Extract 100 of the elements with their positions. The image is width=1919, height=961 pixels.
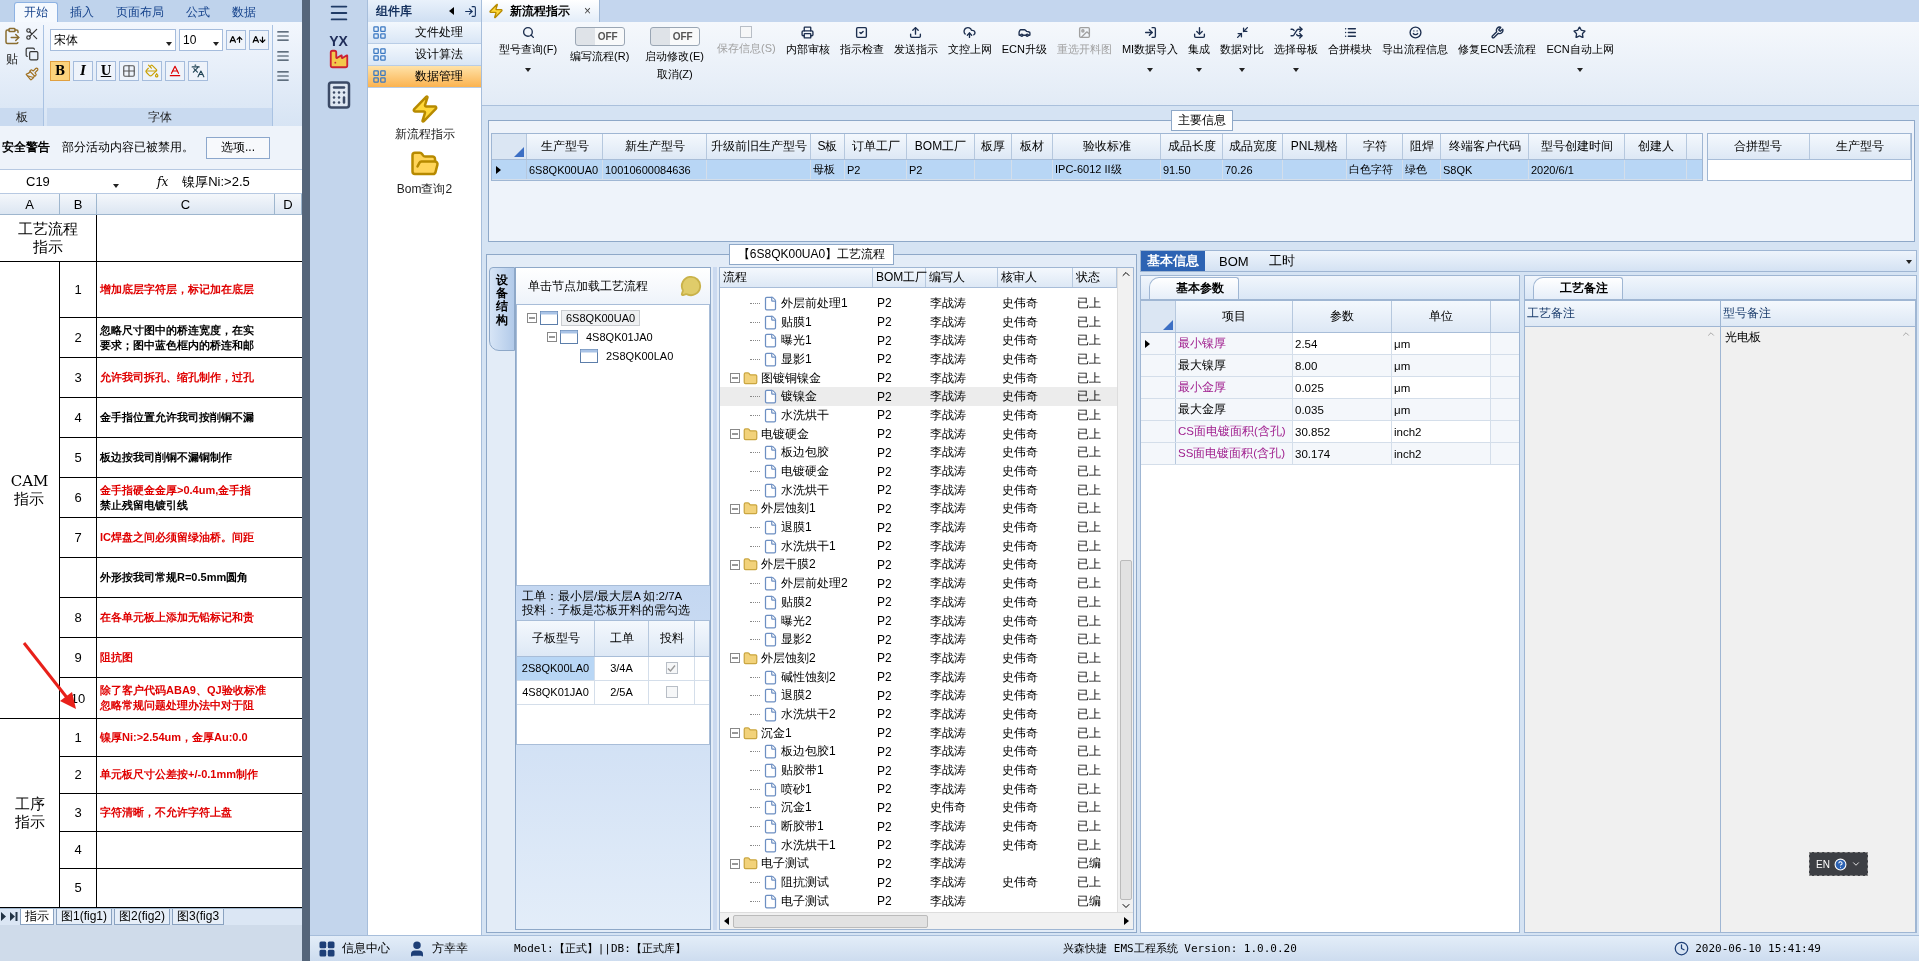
collapse-icon[interactable]: [730, 503, 740, 514]
component-item[interactable]: Bom查询2: [368, 143, 481, 198]
paste-icon[interactable]: [3, 27, 21, 45]
toolbar-button[interactable]: 指示检查: [834, 24, 889, 105]
toolbar-button[interactable]: 内部审核: [780, 24, 835, 105]
side-tab[interactable]: 设备结构: [489, 267, 515, 351]
toolbar-button[interactable]: ECN升级: [996, 24, 1052, 105]
border-button[interactable]: [119, 61, 139, 81]
table-row[interactable]: CS面电镀面积(含孔) 30.852 inch2: [1141, 421, 1519, 443]
dropdown-icon[interactable]: [1906, 260, 1912, 264]
toolbar-button[interactable]: 导出流程信息: [1377, 24, 1454, 105]
toolbar-button[interactable]: 选择母板: [1269, 24, 1324, 105]
chevron-down-icon[interactable]: [1851, 859, 1861, 869]
ribbon-tab[interactable]: 公式: [176, 2, 220, 22]
align-icon[interactable]: [276, 29, 290, 43]
collapse-icon[interactable]: [547, 332, 557, 342]
toolbar-button[interactable]: 数据对比: [1215, 24, 1270, 105]
sub-tab[interactable]: 工艺备注: [1533, 277, 1623, 299]
table-row[interactable]: 最大镍厚 8.00 μm: [1141, 355, 1519, 377]
collapse-icon[interactable]: [527, 313, 537, 323]
options-button[interactable]: 选项...: [206, 136, 270, 159]
sub-tab[interactable]: 基本参数: [1149, 277, 1239, 299]
scroll-right-icon[interactable]: [1124, 917, 1129, 925]
category-item[interactable]: 数据管理: [368, 66, 481, 88]
align-icon[interactable]: [276, 69, 290, 83]
login-icon[interactable]: [464, 4, 477, 18]
writer: 李战涛: [930, 780, 966, 798]
phonetic-button[interactable]: [188, 61, 208, 81]
format-button[interactable]: I: [73, 61, 93, 81]
info-tab[interactable]: 基本信息: [1141, 251, 1205, 271]
sheet-tab[interactable]: 图1(fig1): [56, 908, 112, 925]
table-row[interactable]: 2S8QK00LA0 3/4A: [517, 656, 709, 681]
grid-icon[interactable]: [318, 939, 336, 958]
tree-node[interactable]: 4S8QK01JA0: [581, 329, 658, 345]
paintbrush-icon[interactable]: [25, 67, 39, 81]
align-icon[interactable]: [276, 49, 290, 63]
document-tab[interactable]: 新流程指示 ×: [482, 0, 600, 22]
table-row[interactable]: 最大金厚 0.035 μm: [1141, 399, 1519, 421]
format-button[interactable]: U: [96, 61, 116, 81]
row-number: 1: [74, 282, 82, 297]
folder-icon: [743, 650, 758, 666]
sheet-tab[interactable]: 图2(fig2): [114, 908, 171, 925]
toolbar-button[interactable]: MI数据导入: [1116, 24, 1184, 105]
font-color-button[interactable]: [165, 61, 185, 81]
table-row[interactable]: SS面电镀面积(含孔) 30.174 inch2: [1141, 443, 1519, 465]
help-icon[interactable]: [1834, 857, 1847, 871]
table-row[interactable]: 最小金厚 0.025 μm: [1141, 377, 1519, 399]
toolbar-button[interactable]: 型号查询(F): [494, 24, 563, 105]
sheet-nav-icon[interactable]: [0, 912, 18, 921]
ribbon-tab[interactable]: 插入: [60, 2, 104, 22]
toggle-switch[interactable]: OFF: [574, 27, 625, 46]
ribbon-tab[interactable]: 开始: [14, 2, 58, 22]
table-row[interactable]: 最小镍厚 2.54 μm: [1141, 333, 1519, 355]
grow-font-button[interactable]: [226, 30, 246, 50]
info-tab[interactable]: 工时: [1262, 251, 1301, 271]
ribbon-tab[interactable]: 页面布局: [106, 2, 174, 22]
toggle-switch[interactable]: OFF: [649, 27, 700, 46]
font-size-select[interactable]: 10: [179, 29, 223, 51]
collapse-icon[interactable]: [730, 858, 740, 869]
ribbon-tab[interactable]: 数据: [222, 2, 266, 22]
factory-logo[interactable]: YX: [318, 32, 359, 72]
font-name-select[interactable]: 宋体: [50, 29, 176, 51]
group-label: 字体: [147, 108, 172, 126]
toolbar-button[interactable]: 文控上网: [942, 24, 997, 105]
scissors-icon[interactable]: [25, 27, 39, 41]
column-header: 验收标准: [1053, 134, 1161, 159]
close-icon[interactable]: ×: [576, 4, 591, 18]
format-button[interactable]: B: [50, 61, 70, 81]
sheet-tab[interactable]: 指示: [20, 908, 54, 925]
info-tab[interactable]: BOM: [1213, 251, 1255, 271]
scrollbar-thumb[interactable]: [1119, 560, 1132, 900]
collapse-icon[interactable]: [730, 559, 740, 570]
toolbar-button[interactable]: 合拼模块: [1323, 24, 1378, 105]
toolbar-button[interactable]: 发送指示: [888, 24, 943, 105]
collapse-icon[interactable]: [730, 728, 740, 739]
tree-node[interactable]: 6S8QK00UA0: [561, 310, 641, 326]
tree-node[interactable]: 2S8QK00LA0: [601, 348, 679, 364]
collapse-icon[interactable]: [730, 373, 740, 384]
checkbox[interactable]: [665, 686, 678, 699]
scrollbar-thumb[interactable]: [733, 914, 928, 928]
category-item[interactable]: 设计算法: [368, 44, 481, 66]
checkbox[interactable]: [665, 662, 678, 675]
language-widget[interactable]: EN: [1809, 852, 1868, 876]
process-row[interactable]: 镀镍金 P2 李战涛 史伟奇 已上: [720, 387, 1117, 407]
file-icon: [763, 688, 778, 704]
collapse-icon[interactable]: [730, 429, 740, 440]
toolbar-button[interactable]: 修复ECN丢流程: [1453, 24, 1542, 105]
collapse-left-icon[interactable]: [449, 7, 454, 15]
copy-icon[interactable]: [25, 47, 39, 61]
toolbar-button[interactable]: ECN自动上网: [1541, 24, 1619, 105]
formula-field[interactable]: 镍厚Ni:>2.5: [182, 172, 250, 191]
toolbar-button[interactable]: 集成: [1183, 24, 1216, 105]
collapse-icon[interactable]: [730, 653, 740, 664]
process-name: 电子测试: [781, 892, 829, 910]
shrink-font-button[interactable]: [249, 30, 269, 50]
category-item[interactable]: 文件处理: [368, 22, 481, 44]
sheet-tab[interactable]: 图3(fig3: [172, 908, 225, 925]
table-row[interactable]: 4S8QK01JA0 2/5A: [517, 680, 709, 705]
table-row[interactable]: 6S8QK00UA0 10010600084636 母板 P2 P2 IPC-6012 II级 91.50 70.26 白色字符 绿色 S8QK 2020/6/1: [492, 160, 1702, 180]
component-item[interactable]: 新流程指示: [368, 88, 481, 143]
